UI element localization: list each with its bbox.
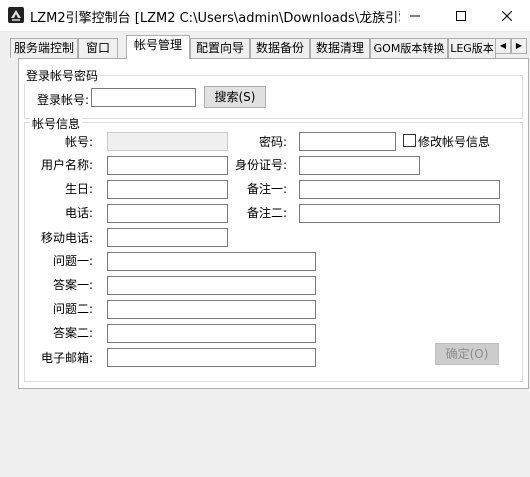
chevron-left-icon: ◀ [499,41,507,50]
password-field[interactable] [299,132,396,151]
account-management-panel: 登录帐号密码 登录帐号: 搜索(S) 帐号信息 帐号: 密码: 修改帐号信息 用… [18,58,529,389]
note2-field[interactable] [299,204,500,223]
search-button[interactable]: 搜索(S) [204,86,266,108]
note1-field[interactable] [299,180,500,199]
login-account-input[interactable] [91,88,196,107]
tab-server-control[interactable]: 服务端控制 [10,38,78,58]
mobile-label: 移动电话: [40,231,93,245]
id-number-label: 身份证号: [234,158,287,172]
close-icon [502,10,512,21]
mobile-field[interactable] [107,228,228,247]
maximize-icon [456,10,466,21]
minimize-button[interactable] [392,0,438,31]
account-label: 帐号: [64,135,93,149]
modify-account-checkbox[interactable] [403,134,416,147]
title-bar: LZM2引擎控制台 [LZM2 C:\Users\admin\Downloads… [0,0,530,32]
maximize-button[interactable] [438,0,484,31]
birthday-label: 生日: [64,182,93,196]
question2-label: 问题二: [52,302,93,316]
username-field[interactable] [107,156,228,175]
login-group-title: 登录帐号密码 [24,67,101,84]
question1-field[interactable] [107,252,316,271]
app-icon [8,7,24,23]
answer2-field[interactable] [107,324,316,343]
question2-field[interactable] [107,300,316,319]
username-label: 用户名称: [40,158,93,172]
tab-account-management[interactable]: 帐号管理 [126,35,190,59]
id-number-field[interactable] [299,156,420,175]
tab-data-backup[interactable]: 数据备份 [250,38,310,58]
phone-label: 电话: [64,206,93,220]
tab-data-cleanup[interactable]: 数据清理 [310,38,370,58]
tab-strip: 服务端控制 窗口 帐号管理 配置向导 数据备份 数据清理 GOM版本转换 LEG… [0,35,530,59]
answer1-field[interactable] [107,276,316,295]
tab-config-wizard[interactable]: 配置向导 [190,38,250,58]
question1-label: 问题一: [52,254,93,268]
close-button[interactable] [484,0,530,31]
birthday-field[interactable] [107,180,228,199]
note1-label: 备注一: [246,182,287,196]
tab-leg-version[interactable]: LEG版本 [448,38,496,58]
account-info-group-title: 帐号信息 [30,115,83,132]
window-title: LZM2引擎控制台 [LZM2 C:\Users\admin\Downloads… [30,11,400,26]
login-account-label: 登录帐号: [36,93,89,107]
tab-window[interactable]: 窗口 [78,38,118,58]
phone-field[interactable] [107,204,228,223]
password-label: 密码: [258,135,287,149]
tab-scroll-right-button[interactable]: ▶ [511,38,527,54]
chevron-right-icon: ▶ [515,41,523,50]
tab-gom-convert[interactable]: GOM版本转换 [370,38,448,58]
minimize-icon [410,15,420,16]
tab-scroll-left-button[interactable]: ◀ [495,38,511,54]
account-field [107,132,228,151]
confirm-button[interactable]: 确定(O) [435,343,499,365]
email-field[interactable] [107,348,316,367]
note2-label: 备注二: [246,206,287,220]
email-label: 电子邮箱: [40,351,93,365]
modify-account-checkbox-label[interactable]: 修改帐号信息 [418,133,490,150]
answer2-label: 答案二: [52,326,93,340]
answer1-label: 答案一: [52,278,93,292]
